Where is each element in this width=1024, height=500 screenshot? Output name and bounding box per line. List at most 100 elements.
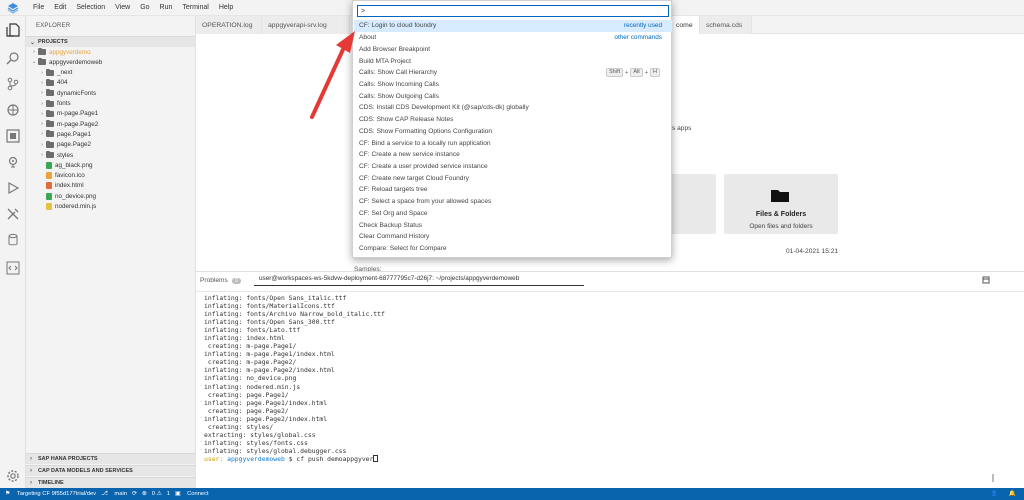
tree-item[interactable]: favicon.ico	[26, 171, 196, 181]
js-file-icon	[46, 203, 52, 210]
tree-item[interactable]: ag_black.png	[26, 160, 196, 170]
terminal-output[interactable]: inflating: fonts/Open Sans_italic.ttf inf…	[204, 294, 1004, 484]
html-file-icon	[46, 182, 52, 190]
image-file-icon	[46, 161, 52, 169]
tree-item[interactable]: no_device.png	[26, 191, 196, 201]
menu-view[interactable]: View	[110, 0, 135, 16]
terminal-line: inflating: styles/global.debugger.css	[204, 446, 347, 455]
tree-item[interactable]: › styles	[26, 150, 196, 160]
command-item[interactable]: About other commands	[354, 32, 672, 44]
tree-item[interactable]: › page.Page1	[26, 129, 196, 139]
tree-item[interactable]: › fonts	[26, 99, 196, 109]
tree-item[interactable]: › page.Page2	[26, 140, 196, 150]
chevron-right-icon: ›	[41, 79, 43, 86]
problems-status[interactable]: ⊗ 0 ⚠ 1	[142, 491, 170, 497]
command-item[interactable]: CDS: Show CAP Release Notes	[354, 114, 672, 126]
command-item[interactable]: CF: Reload targets tree	[354, 184, 672, 196]
tree-item[interactable]: › _next	[26, 68, 196, 78]
explorer-icon[interactable]	[5, 22, 21, 38]
files-folders-card[interactable]: Files & Folders Open files and folders	[724, 174, 838, 234]
menu-go[interactable]: Go	[135, 0, 154, 16]
account-icon[interactable]: 👤	[991, 491, 998, 497]
tree-item[interactable]: index.html	[26, 181, 196, 191]
tab-operation-log[interactable]: OPERATION.log	[196, 16, 262, 34]
command-item[interactable]: CF: Create a user provided service insta…	[354, 161, 672, 173]
maximize-panel-icon[interactable]	[982, 276, 990, 286]
command-item[interactable]: Check Backup Status	[354, 219, 672, 231]
menu-file[interactable]: File	[28, 0, 49, 16]
code-icon[interactable]	[5, 260, 21, 276]
command-item[interactable]: CF: Bind a service to a locally run appl…	[354, 137, 672, 149]
extensions-icon[interactable]	[5, 128, 21, 144]
tree-item-label: ag_black.png	[55, 161, 93, 169]
command-item[interactable]: Calls: Show Incoming Calls	[354, 79, 672, 91]
command-item[interactable]: Calls: Show Call Hierarchy Shift + Alt + H	[354, 67, 672, 79]
tab-schema-cds[interactable]: schema.cds	[700, 16, 752, 34]
tree-item[interactable]: › appgyverdemo	[26, 47, 196, 57]
database-icon[interactable]	[5, 232, 21, 248]
command-item[interactable]: CDS: Show Formatting Options Configurati…	[354, 125, 672, 137]
menu-selection[interactable]: Selection	[71, 0, 110, 16]
remote-icon[interactable]	[5, 154, 21, 170]
command-item[interactable]: CF: Login to cloud foundry recently used	[354, 20, 672, 32]
command-item[interactable]: Calls: Show Outgoing Calls	[354, 90, 672, 102]
command-item[interactable]: Build MTA Project	[354, 55, 672, 67]
chevron-down-icon: ⌄	[30, 39, 36, 46]
terminal-scrollbar[interactable]	[992, 474, 994, 482]
menu-help[interactable]: Help	[214, 0, 238, 16]
command-item[interactable]: CDS: Install CDS Development Kit (@sap/c…	[354, 102, 672, 114]
terminal-line: creating: m-page.Page1/	[204, 342, 297, 351]
tree-item-label: favicon.ico	[55, 172, 85, 180]
chevron-right-icon: ›	[41, 90, 43, 97]
command-item[interactable]: Add Browser Breakpoint	[354, 43, 672, 55]
menu-run[interactable]: Run	[155, 0, 178, 16]
run-icon[interactable]	[5, 180, 21, 196]
command-item[interactable]: CF: Set Org and Space	[354, 208, 672, 220]
tools-icon[interactable]	[5, 206, 21, 222]
cf-target-status[interactable]: ⚑ Targeting CF 9f55d177trial/dev	[5, 491, 96, 497]
folder-icon	[46, 109, 54, 117]
tree-item[interactable]: › 404	[26, 78, 196, 88]
debug-icon[interactable]	[5, 102, 21, 118]
settings-gear-icon[interactable]	[5, 468, 21, 484]
tab-welcome[interactable]: come	[670, 16, 700, 34]
command-item[interactable]: CF: Create new target Cloud Foundry	[354, 172, 672, 184]
menu-edit[interactable]: Edit	[49, 0, 71, 16]
terminal-prompt-line[interactable]: user: appgyverdemoweb $ cf push demoappg…	[204, 455, 1004, 463]
app-logo-icon	[6, 1, 20, 15]
terminal-line: inflating: fonts/Lato.ttf	[204, 326, 301, 335]
terminal-line: creating: page.Page1/	[204, 390, 289, 399]
sync-icon[interactable]: ⟳	[132, 491, 137, 497]
annotation-arrow	[310, 31, 355, 119]
git-branch-status[interactable]: ⎇ main	[101, 491, 127, 497]
terminal-line: inflating: fonts/MaterialIcons.ttf	[204, 302, 335, 311]
tree-item[interactable]: › m-page.Page1	[26, 109, 196, 119]
tab-terminal[interactable]: user@workspaces-ws-5kdvw-deployment-6877…	[254, 272, 584, 286]
connect-status[interactable]: ▣ Connect	[175, 491, 209, 497]
command-item[interactable]: Compare: Select for Compare	[354, 243, 672, 255]
terminal-line: creating: m-page.Page2/	[204, 358, 297, 367]
tree-item[interactable]: ⌄ appgyverdemoweb	[26, 57, 196, 67]
tree-item-label: page.Page1	[57, 130, 91, 138]
sidebar-section-sap-hana-projects[interactable]: › SAP HANA PROJECTS	[26, 453, 196, 464]
chevron-right-icon: ›	[41, 131, 43, 138]
tree-item[interactable]: › m-page.Page2	[26, 119, 196, 129]
search-icon[interactable]	[5, 50, 21, 66]
menu-terminal[interactable]: Terminal	[177, 0, 213, 16]
tab-problems[interactable]: Problems 0	[200, 277, 241, 284]
command-palette-input[interactable]	[357, 5, 669, 17]
command-palette: CF: Login to cloud foundryrecently usedA…	[352, 0, 672, 258]
tree-item[interactable]: nodered.min.js	[26, 202, 196, 212]
sidebar-section-cap-data-models-and-services[interactable]: › CAP DATA MODELS AND SERVICES	[26, 465, 196, 476]
terminal-line: inflating: m-page.Page2/index.html	[204, 366, 335, 375]
tree-item[interactable]: › dynamicFonts	[26, 88, 196, 98]
projects-section-header[interactable]: ⌄ PROJECTS	[26, 36, 196, 47]
command-item[interactable]: CF: Create a new service instance	[354, 149, 672, 161]
command-item[interactable]: CF: Select a space from your allowed spa…	[354, 196, 672, 208]
command-item[interactable]: Clear Command History	[354, 231, 672, 243]
command-group-hint: other commands	[614, 34, 662, 42]
notification-bell-icon[interactable]: 🔔	[1009, 491, 1016, 497]
source-control-icon[interactable]	[5, 76, 21, 92]
chevron-right-icon: ›	[33, 49, 35, 55]
sidebar-section-timeline[interactable]: › TIMELINE	[26, 477, 196, 488]
